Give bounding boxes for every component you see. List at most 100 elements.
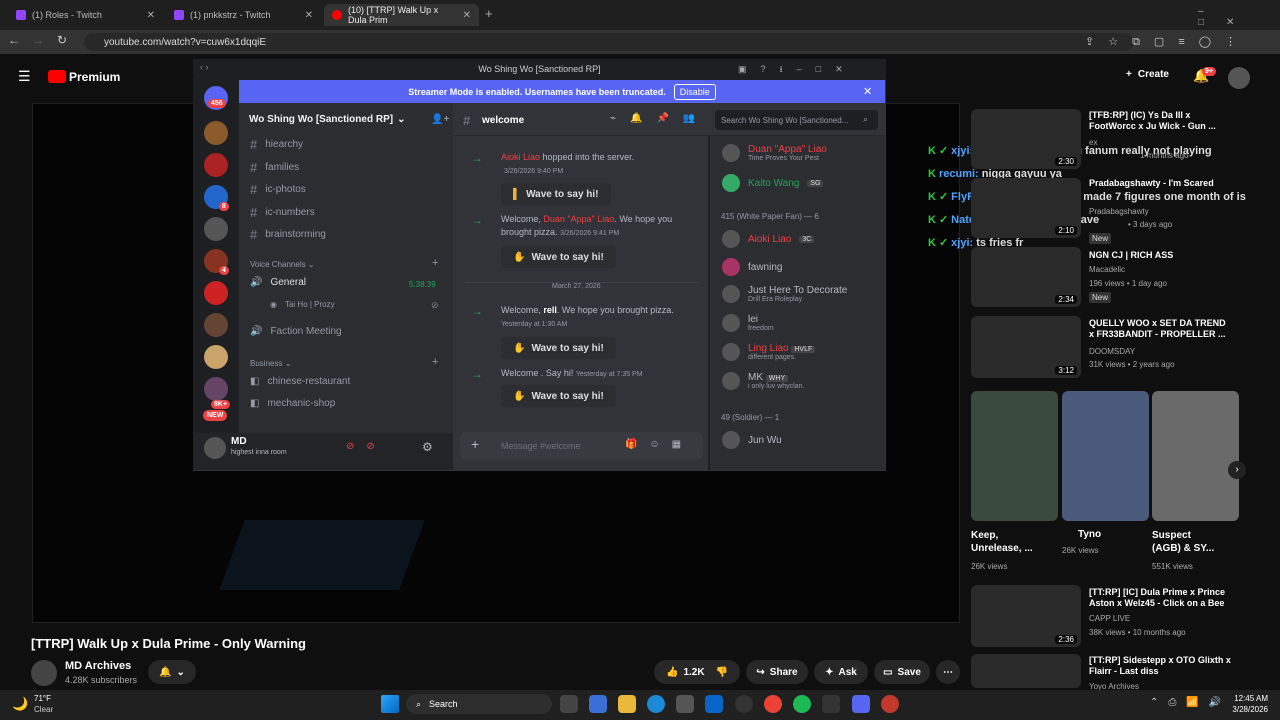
github-icon[interactable] (735, 695, 753, 713)
tab-youtube-video[interactable]: (10) [TTRP] Walk Up x Dula Prim ✕ (324, 4, 479, 26)
video-title[interactable]: Pradabagshawty - I'm Scared (1089, 178, 1229, 189)
server-icon[interactable] (204, 377, 228, 401)
short-thumbnail[interactable] (1152, 391, 1239, 521)
thumbs-down-icon[interactable]: 👎 (716, 667, 728, 678)
video-title[interactable]: [TT:RP] [IC] Dula Prime x Prince Aston x… (1089, 587, 1234, 609)
channel-mechanic-shop[interactable]: ◧ mechanic-shop (250, 398, 335, 409)
server-icon[interactable] (204, 313, 228, 337)
new-tab-button[interactable]: + (485, 6, 493, 21)
window-controls[interactable]: –□✕ (1198, 6, 1280, 28)
wave-button[interactable]: ✋ Wave to say hi! (501, 337, 616, 359)
close-icon[interactable]: ✕ (147, 10, 155, 21)
titlebar-icons[interactable]: ▣?⭳–□✕ (738, 62, 857, 78)
close-icon[interactable]: ✕ (305, 10, 313, 21)
video-thumbnail[interactable]: 2:36 (971, 585, 1081, 647)
menu-icon[interactable]: ☰ (18, 68, 31, 85)
user-name[interactable]: MD (231, 436, 247, 447)
member-item[interactable]: fawning (722, 258, 782, 276)
channel-name[interactable]: DOOMSDAY (1089, 346, 1135, 357)
channel-name[interactable]: CAPP LIVE (1089, 613, 1130, 624)
disable-button[interactable]: Disable (673, 83, 716, 100)
channel-avatar[interactable] (31, 660, 57, 686)
channel-ic-photos[interactable]: # ic-photos (250, 182, 306, 197)
reload-icon[interactable]: ↻ (54, 33, 70, 47)
voice-user[interactable]: ◉ Tai Ho | Prozy (270, 300, 335, 309)
composer-icons[interactable]: 🎁☺▦ (625, 439, 693, 450)
search-input[interactable]: Search Wo Shing Wo [Sanctioned... (715, 110, 878, 130)
url-field[interactable]: youtube.com/watch?v=cuw6x1dqqiE (84, 33, 1134, 51)
channel-name[interactable]: Macadelic (1089, 264, 1125, 275)
channel-chinese-restaurant[interactable]: ◧ chinese-restaurant (250, 376, 350, 387)
share-button[interactable]: ↪ Share (746, 660, 808, 684)
more-actions-button[interactable]: ⋯ (936, 660, 960, 684)
channel-brainstorming[interactable]: # brainstorming (250, 227, 326, 242)
short-title[interactable]: Keep, Unrelease, ... (971, 529, 1041, 555)
add-channel-icon[interactable]: + (432, 257, 438, 269)
header-icons[interactable]: ⌁🔔📌👥 (610, 113, 709, 124)
voice-channel-general[interactable]: 🔊 General (250, 277, 306, 288)
server-icon[interactable] (204, 281, 228, 305)
forward-icon[interactable]: → (30, 33, 46, 47)
channel-hiearchy[interactable]: # hiearchy (250, 137, 303, 152)
member-item[interactable]: MK WHY i only luv whyclan. (722, 372, 804, 390)
spotify-icon[interactable] (793, 695, 811, 713)
create-button[interactable]: + Create (1126, 69, 1169, 80)
mute-deafen-icons[interactable]: ⊘⊘ (346, 441, 387, 452)
taskbar-search[interactable]: ⌕ Search (406, 694, 552, 714)
voice-category[interactable]: Voice Channels ⌄ (250, 260, 315, 269)
add-attachment-icon[interactable]: + (471, 436, 479, 452)
save-button[interactable]: ▭ Save (874, 660, 930, 684)
store-icon[interactable] (676, 695, 694, 713)
file-explorer-icon[interactable] (618, 695, 636, 713)
edge-icon[interactable] (647, 695, 665, 713)
youtube-logo-icon[interactable] (48, 70, 66, 83)
windows-start-icon[interactable] (381, 695, 399, 713)
channel-name[interactable]: Pradabagshawty (1089, 206, 1149, 217)
avatar[interactable] (204, 437, 226, 459)
add-user-icon[interactable]: 👤+ (431, 114, 449, 125)
discord-icon[interactable] (852, 695, 870, 713)
opera-icon[interactable] (881, 695, 899, 713)
video-title[interactable]: [TFB:RP] (IC) Ys Da III x FootWorcc x Ju… (1089, 110, 1229, 132)
browser-toolbar-icons[interactable]: ⇪☆⧉▢≡◯⋮ (1085, 35, 1250, 49)
wave-button[interactable]: ✋ Wave to say hi! (501, 385, 616, 407)
member-item[interactable]: Just Here To Decorate Drill Era Roleplay (722, 285, 847, 303)
video-title[interactable]: [TT:RP] Sidestepp x OTO Glixth x Flairr … (1089, 655, 1234, 677)
close-icon[interactable]: ✕ (463, 10, 471, 21)
member-item[interactable]: lei freedom (722, 314, 774, 332)
member-item[interactable]: Duan "Appa" Liao Time Proves Your Pest (722, 144, 827, 162)
chrome-icon[interactable] (764, 695, 782, 713)
voice-channel-faction-meeting[interactable]: 🔊 Faction Meeting (250, 326, 342, 337)
business-category[interactable]: Business ⌄ (250, 359, 291, 368)
avatar[interactable] (1228, 67, 1250, 89)
short-thumbnail[interactable] (1062, 391, 1149, 521)
member-name[interactable]: Duan "Appa" Liao (543, 214, 614, 224)
back-icon[interactable]: ‹ › (200, 62, 209, 72)
video-thumbnail[interactable] (971, 654, 1081, 688)
video-thumbnail[interactable]: 2:30 (971, 109, 1081, 169)
video-title[interactable]: QUELLY WOO x SET DA TREND x FR33BANDIT -… (1089, 318, 1229, 340)
video-thumbnail[interactable]: 2:34 (971, 247, 1081, 307)
server-icon[interactable] (204, 121, 228, 145)
video-thumbnail[interactable]: 2:10 (971, 178, 1081, 238)
back-icon[interactable]: ← (6, 33, 22, 47)
close-icon[interactable]: ✕ (863, 85, 872, 98)
channel-name[interactable]: MD Archives (65, 660, 131, 672)
clock-date[interactable]: 3/28/2026 (1218, 705, 1268, 714)
gear-icon[interactable]: ⚙ (422, 440, 433, 454)
youtube-brand[interactable]: Premium (69, 70, 120, 84)
like-button[interactable]: 👍 1.2K 👎 (654, 660, 740, 684)
tab-roles-twitch[interactable]: (1) Roles - Twitch ✕ (8, 4, 163, 26)
short-thumbnail[interactable] (971, 391, 1058, 521)
server-name-header[interactable]: Wo Shing Wo [Sanctioned RP] ⌄ (249, 114, 405, 125)
member-item[interactable]: Aioki Liao 3C (722, 230, 815, 248)
wave-button[interactable]: ✋ Wave to say hi! (501, 246, 616, 268)
member-item[interactable]: Kaito Wang SG (722, 174, 824, 192)
xbox-icon[interactable] (822, 695, 840, 713)
chevron-right-icon[interactable]: › (1228, 461, 1246, 479)
channel-ic-numbers[interactable]: # ic-numbers (250, 205, 315, 220)
weather-icon[interactable]: 🌙 (12, 696, 28, 712)
member-name[interactable]: Aioki Liao (501, 152, 540, 162)
server-icon[interactable] (204, 153, 228, 177)
channel-families[interactable]: # families (250, 160, 299, 175)
